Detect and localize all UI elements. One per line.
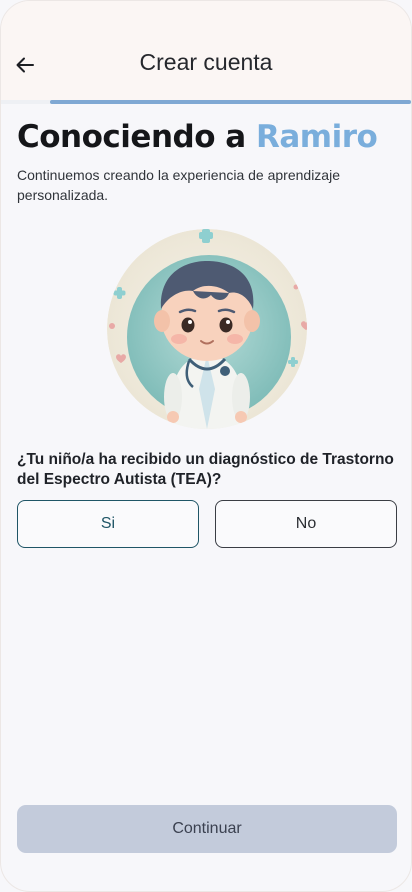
doctor-boy-avatar [107, 229, 307, 429]
intro-subtitle: Continuemos creando la experiencia de ap… [17, 167, 340, 203]
option-si-button[interactable]: Si [17, 500, 199, 548]
child-name: Ramiro [256, 119, 378, 155]
option-no-button[interactable]: No [215, 500, 397, 548]
page-title: Crear cuenta [139, 49, 273, 75]
phone-screen: Crear cuenta Conociendo a Ramiro Continu… [0, 0, 412, 892]
top-app-bar: Crear cuenta [1, 1, 411, 101]
heading-prefix: Conociendo a [17, 119, 246, 155]
intro-heading: Conociendo a Ramiro [17, 119, 378, 155]
continue-button[interactable]: Continuar [17, 805, 397, 853]
avatar [107, 229, 307, 429]
diagnosis-question: ¿Tu niño/a ha recibido un diagnóstico de… [17, 451, 394, 488]
progress-fill [50, 100, 411, 104]
